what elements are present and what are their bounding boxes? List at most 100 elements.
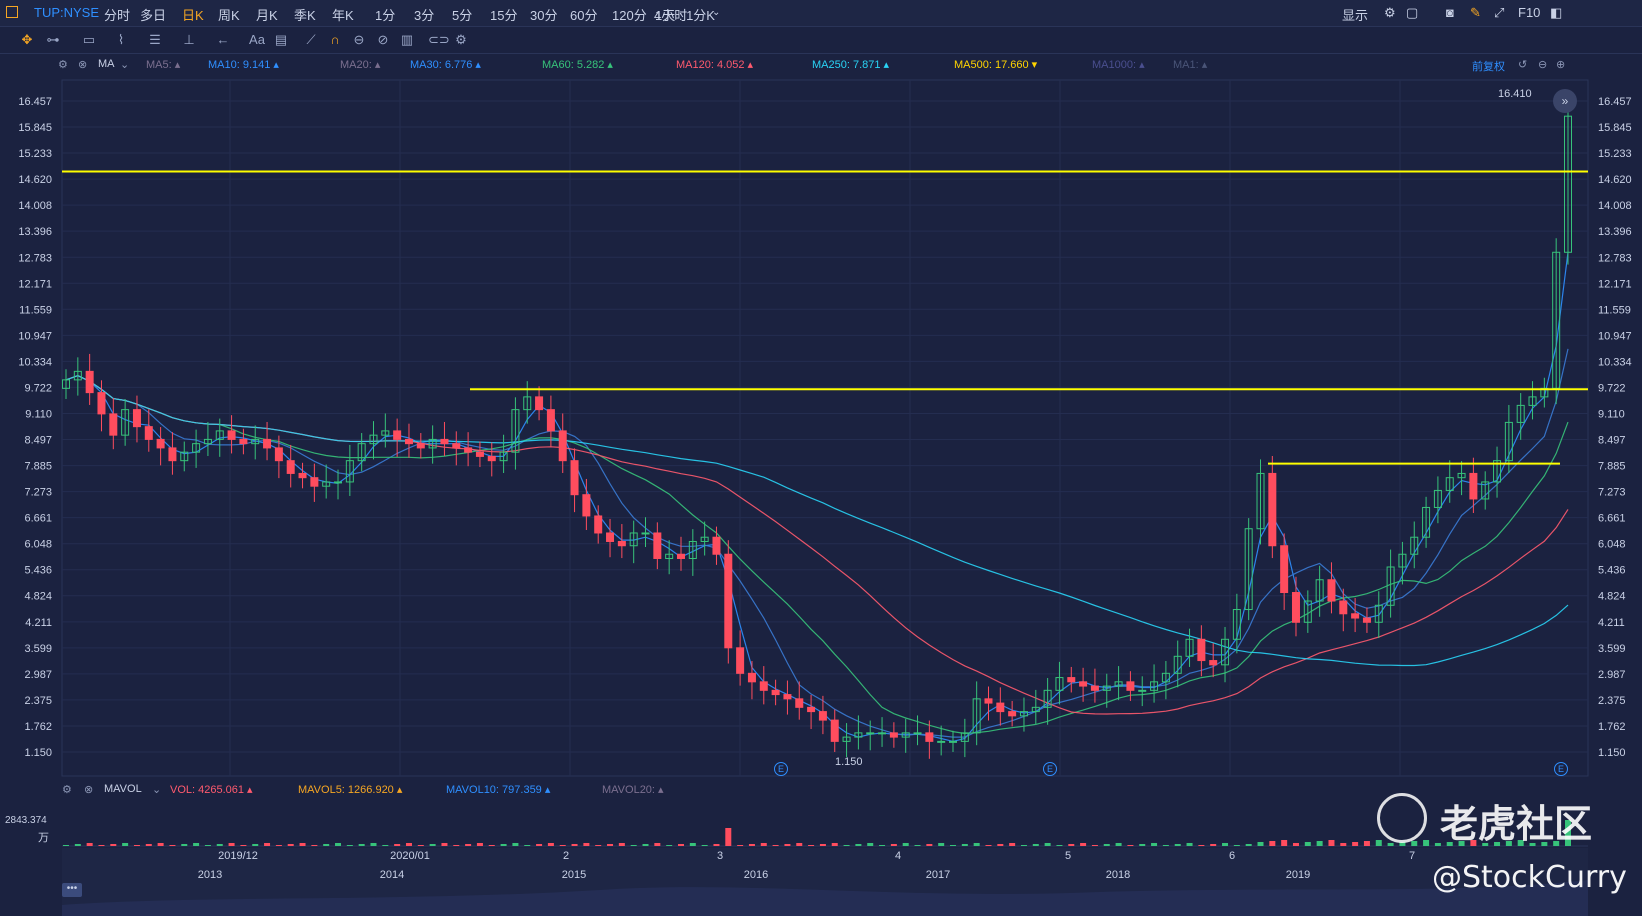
volume-bar [559, 845, 566, 846]
candle [1469, 472, 1478, 500]
volume-bar [985, 845, 992, 846]
earnings-marker[interactable]: E [774, 762, 788, 776]
volume-bar [157, 843, 164, 846]
volume-bar [701, 845, 708, 846]
volume-bar [1174, 844, 1181, 846]
ma10-line [65, 252, 1569, 743]
volume-bar [1269, 841, 1276, 846]
volume-bar [1292, 843, 1299, 846]
candle [889, 732, 898, 738]
volume-axis-unit: 万 [38, 832, 49, 844]
price-tick-label: 1.762 [1598, 721, 1626, 733]
candle [606, 532, 615, 542]
volume-bar [1363, 841, 1370, 846]
close-icon[interactable]: ⊗ [84, 783, 93, 796]
price-tick-label: 5.436 [1598, 565, 1626, 577]
price-tick-label: 7.885 [1598, 461, 1626, 473]
volume-legend-item[interactable]: MAVOL20: ▴ [602, 783, 664, 796]
volume-bar [1423, 840, 1430, 846]
volume-bar [122, 843, 129, 846]
volume-bar [677, 844, 684, 846]
candle [132, 409, 141, 428]
candle [617, 540, 626, 547]
candle [1209, 660, 1218, 666]
volume-bar [1020, 845, 1027, 846]
earnings-marker[interactable]: E [1554, 762, 1568, 776]
volume-bar [181, 844, 188, 846]
volume-bar [950, 845, 957, 846]
volume-bar [1340, 843, 1347, 846]
volume-bar [1044, 843, 1051, 846]
ma120-line [65, 374, 1569, 715]
price-tick-label: 16.457 [1598, 96, 1632, 108]
volume-bar [1245, 844, 1252, 846]
volume-bar [571, 844, 578, 846]
volume-bar [299, 843, 306, 846]
volume-bar [713, 844, 720, 846]
price-tick-label: 15.845 [18, 122, 52, 134]
chevron-down-icon[interactable]: ⌄ [152, 783, 161, 796]
volume-bar [500, 844, 507, 846]
candle [783, 694, 792, 700]
volume-legend-item[interactable]: VOL: 4265.061 ▴ [170, 783, 253, 796]
candle [795, 698, 804, 708]
volume-bar [784, 844, 791, 846]
price-tick-label: 9.110 [25, 408, 52, 420]
volume-bar [1151, 843, 1158, 846]
volume-bar [689, 843, 696, 846]
volume-bar [879, 845, 886, 846]
volume-bar [1056, 845, 1063, 846]
volume-bar [1328, 840, 1335, 846]
candle [1067, 677, 1076, 683]
volume-bar [264, 843, 271, 846]
candle [239, 438, 248, 445]
candle [949, 740, 958, 743]
volume-legend-item[interactable]: MAVOL10: 797.359 ▴ [446, 783, 550, 796]
price-tick-label: 6.048 [24, 539, 52, 551]
volume-bar [382, 845, 389, 846]
volume-indicator-name[interactable]: MAVOL [104, 783, 142, 795]
price-tick-label: 6.048 [1598, 539, 1626, 551]
volume-bar [607, 844, 614, 846]
volume-legend-item[interactable]: MAVOL5: 1266.920 ▴ [298, 783, 402, 796]
candle [535, 396, 544, 411]
candle [570, 460, 579, 496]
expand-icon[interactable]: » [1553, 89, 1577, 113]
volume-bar [1316, 841, 1323, 846]
volume-bar [405, 843, 412, 846]
volume-bar [748, 844, 755, 846]
candle [263, 438, 272, 449]
volume-bar [512, 843, 519, 846]
candle [404, 438, 413, 445]
volume-bar [890, 844, 897, 846]
volume-bar [1198, 845, 1205, 846]
candle [1197, 638, 1206, 662]
price-tick-label: 13.396 [18, 226, 52, 238]
price-tick-label: 12.783 [1598, 252, 1632, 264]
volume-bar [938, 843, 945, 846]
price-tick-label: 8.497 [24, 435, 52, 447]
x-tick-label: 2020/01 [390, 850, 430, 862]
price-chart[interactable]: 16.457 15.845 15.233 14.620 14.008 13.396 12.7… [0, 0, 1642, 916]
volume-bar [926, 844, 933, 846]
volume-bar [311, 845, 318, 846]
price-tick-label: 14.620 [1598, 174, 1632, 186]
candle [1362, 617, 1371, 623]
price-tick-label: 2.375 [1598, 695, 1626, 707]
volume-bar [465, 844, 472, 846]
price-tick-label: 11.559 [19, 304, 52, 316]
candle [878, 732, 887, 735]
candle [1327, 579, 1336, 602]
volume-bar [287, 844, 294, 846]
ma60-line [65, 374, 1569, 735]
overview-year-label: 2016 [744, 869, 768, 881]
volume-bar [725, 828, 732, 846]
price-tick-label: 3.599 [1598, 643, 1626, 655]
price-tick-label: 9.722 [24, 382, 52, 394]
volume-bar [583, 843, 590, 846]
volume-bar [394, 844, 401, 846]
settings-icon[interactable]: ⚙ [62, 783, 72, 796]
volume-bar [1032, 844, 1039, 846]
range-handle[interactable]: ••• [62, 883, 82, 897]
earnings-marker[interactable]: E [1043, 762, 1057, 776]
